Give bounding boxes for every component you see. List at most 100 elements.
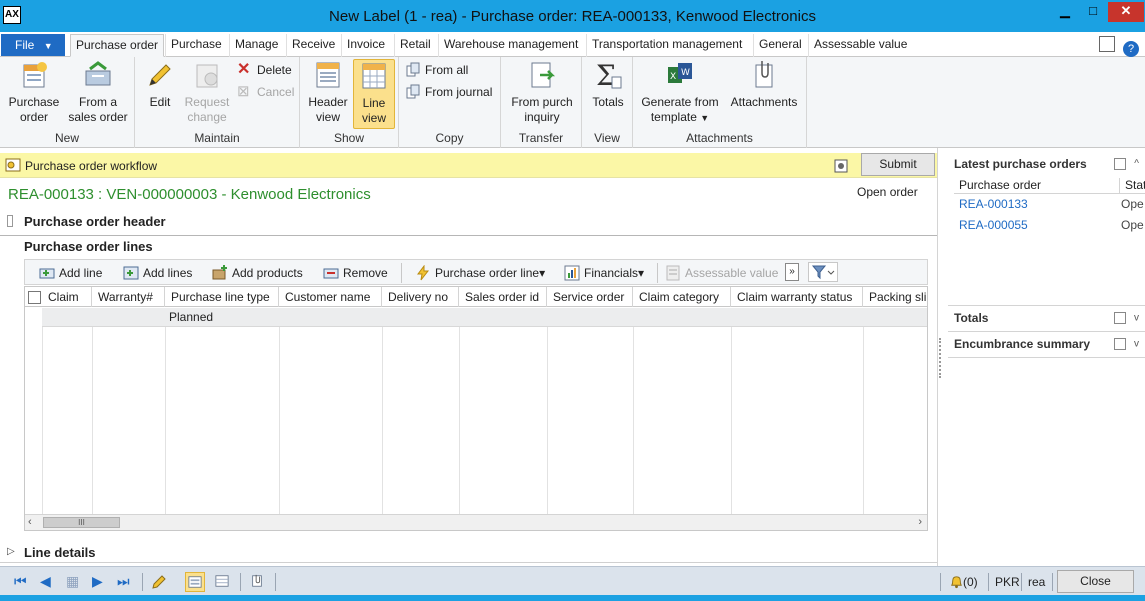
expand-icon[interactable]: v xyxy=(1134,313,1139,324)
attachments-button[interactable]: Attachments xyxy=(726,59,802,110)
column-header[interactable]: Packing sli xyxy=(863,287,927,307)
close-window-button[interactable]: ✕ xyxy=(1108,2,1144,22)
edit-button[interactable]: Edit xyxy=(143,59,177,110)
purchase-order-header-section[interactable]: Purchase order header xyxy=(0,214,937,234)
remove-button[interactable]: Remove xyxy=(323,264,388,282)
file-menu-button[interactable]: File ▼ xyxy=(1,34,65,56)
tab-transportation-management[interactable]: Transportation management xyxy=(586,34,747,57)
encumbrance-summary-title[interactable]: Encumbrance summary xyxy=(954,337,1090,351)
from-journal-button[interactable]: From journal xyxy=(405,83,492,101)
scroll-right-icon[interactable]: › xyxy=(918,516,922,528)
factbox-pane: Latest purchase orders ^ Purchase order … xyxy=(937,148,1145,566)
column-header[interactable]: Purchase line type xyxy=(165,287,279,307)
tab-general[interactable]: General xyxy=(753,34,807,57)
latest-purchase-orders-title[interactable]: Latest purchase orders xyxy=(954,157,1087,171)
table-row[interactable]: Planned xyxy=(42,308,927,327)
ribbon-group-transfer: From purch inquiry Transfer xyxy=(501,57,582,148)
column-header[interactable]: Claim xyxy=(42,287,92,307)
column-header[interactable]: Warranty# xyxy=(92,287,165,307)
maximize-button[interactable]: □ xyxy=(1080,2,1106,22)
latest-order-link[interactable]: REA-000133 xyxy=(959,197,1028,211)
from-all-button[interactable]: From all xyxy=(405,61,468,79)
column-header[interactable]: Claim category xyxy=(633,287,731,307)
line-details-section[interactable]: ▷ Line details xyxy=(0,545,937,563)
collapse-icon[interactable]: ^ xyxy=(1134,159,1139,170)
edit-label: Edit xyxy=(149,95,171,109)
purchase-order-line-menu[interactable]: Purchase order line▾ xyxy=(415,264,545,282)
scrollbar-thumb[interactable]: III xyxy=(43,517,120,528)
assessable-value-label: Assessable value xyxy=(685,266,779,280)
close-button[interactable]: Close xyxy=(1057,570,1134,593)
header-view-button[interactable]: Header view xyxy=(306,59,350,125)
more-actions-button[interactable]: » xyxy=(785,263,799,281)
column-divider xyxy=(459,327,460,515)
cancel-button[interactable]: ⊠ Cancel xyxy=(237,83,294,101)
add-line-button[interactable]: Add line xyxy=(39,264,102,282)
line-view-button[interactable]: Line view xyxy=(353,59,395,129)
horizontal-scrollbar[interactable]: ‹ III › xyxy=(25,514,927,530)
latest-order-link[interactable]: REA-000055 xyxy=(959,218,1028,232)
tab-receive[interactable]: Receive xyxy=(286,34,340,57)
record-list-icon[interactable]: ▦ xyxy=(66,573,79,590)
scroll-left-icon[interactable]: ‹ xyxy=(28,516,32,528)
purchase-order-button[interactable]: Purchase order xyxy=(6,59,62,125)
workflow-bar: Purchase order workflow Submit xyxy=(0,153,937,178)
column-header[interactable]: Sales order id xyxy=(459,287,547,307)
previous-record-icon[interactable]: ◀ xyxy=(40,573,51,590)
divider xyxy=(0,235,937,236)
add-products-button[interactable]: Add products xyxy=(212,264,303,282)
first-record-icon[interactable]: ⏮ xyxy=(14,573,27,590)
column-header[interactable]: Claim warranty status xyxy=(731,287,863,307)
workflow-history-icon[interactable] xyxy=(833,158,849,174)
financials-menu[interactable]: Financials▾ xyxy=(564,264,644,282)
column-header[interactable]: Delivery no xyxy=(382,287,459,307)
factbox-options-icon[interactable] xyxy=(1114,338,1126,350)
totals-button[interactable]: Σ Totals xyxy=(588,59,628,110)
from-sales-order-button[interactable]: From a sales order xyxy=(66,59,130,125)
submit-button[interactable]: Submit xyxy=(861,153,935,176)
column-divider xyxy=(382,327,383,515)
expand-icon[interactable]: v xyxy=(1134,339,1139,350)
tab-invoice[interactable]: Invoice xyxy=(341,34,390,57)
details-view-icon[interactable] xyxy=(185,572,205,592)
next-record-icon[interactable]: ▶ xyxy=(92,573,103,590)
grid-view-icon[interactable] xyxy=(212,572,232,592)
tab-manage[interactable]: Manage xyxy=(229,34,283,57)
from-purch-inquiry-button[interactable]: From purch inquiry xyxy=(507,59,577,125)
ribbon: Purchase order From a sales order New Ed… xyxy=(0,57,1145,148)
totals-factbox-title[interactable]: Totals xyxy=(954,311,988,325)
purchase-order-column-header[interactable]: Purchase order xyxy=(959,178,1041,192)
factbox-options-icon[interactable] xyxy=(1114,158,1127,170)
pane-splitter-grip[interactable] xyxy=(939,338,942,378)
attachments-status-icon[interactable] xyxy=(247,572,267,592)
generate-from-template-button[interactable]: WX Generate from template ▼ xyxy=(639,59,721,126)
add-lines-label: Add lines xyxy=(143,266,193,280)
help-icon[interactable]: ? xyxy=(1123,41,1139,57)
currency-indicator[interactable]: PKR xyxy=(995,575,1020,589)
request-change-button[interactable]: Request change xyxy=(179,59,235,125)
minimize-ribbon-icon[interactable] xyxy=(1099,36,1115,52)
tab-purchase[interactable]: Purchase xyxy=(165,34,227,57)
add-lines-button[interactable]: Add lines xyxy=(123,264,192,282)
select-all-checkbox[interactable] xyxy=(28,291,41,304)
delete-button[interactable]: ✕ Delete xyxy=(237,61,292,79)
pencil-icon xyxy=(152,575,166,589)
company-indicator[interactable]: rea xyxy=(1028,575,1045,589)
last-record-icon[interactable]: ⏭ xyxy=(117,573,130,590)
tab-retail[interactable]: Retail xyxy=(394,34,436,57)
divider xyxy=(1052,573,1053,591)
tab-assessable-value[interactable]: Assessable value xyxy=(808,34,912,57)
assessable-value-button[interactable]: Assessable value xyxy=(665,264,778,282)
tab-purchase-order[interactable]: Purchase order xyxy=(70,34,165,57)
status-column-header[interactable]: Stat xyxy=(1119,178,1145,194)
tab-warehouse-management[interactable]: Warehouse management xyxy=(438,34,583,57)
chevron-down-icon: ▼ xyxy=(700,113,710,123)
filter-menu-button[interactable] xyxy=(808,262,838,282)
factbox-options-icon[interactable] xyxy=(1114,312,1126,324)
purchase-line-type-cell[interactable]: Planned xyxy=(165,308,213,327)
column-header[interactable]: Customer name xyxy=(279,287,382,307)
column-header[interactable]: Service order xyxy=(547,287,633,307)
toolbar-separator xyxy=(657,263,658,283)
edit-mode-icon[interactable] xyxy=(149,572,169,592)
minimize-button[interactable]: ▁ xyxy=(1052,2,1078,22)
